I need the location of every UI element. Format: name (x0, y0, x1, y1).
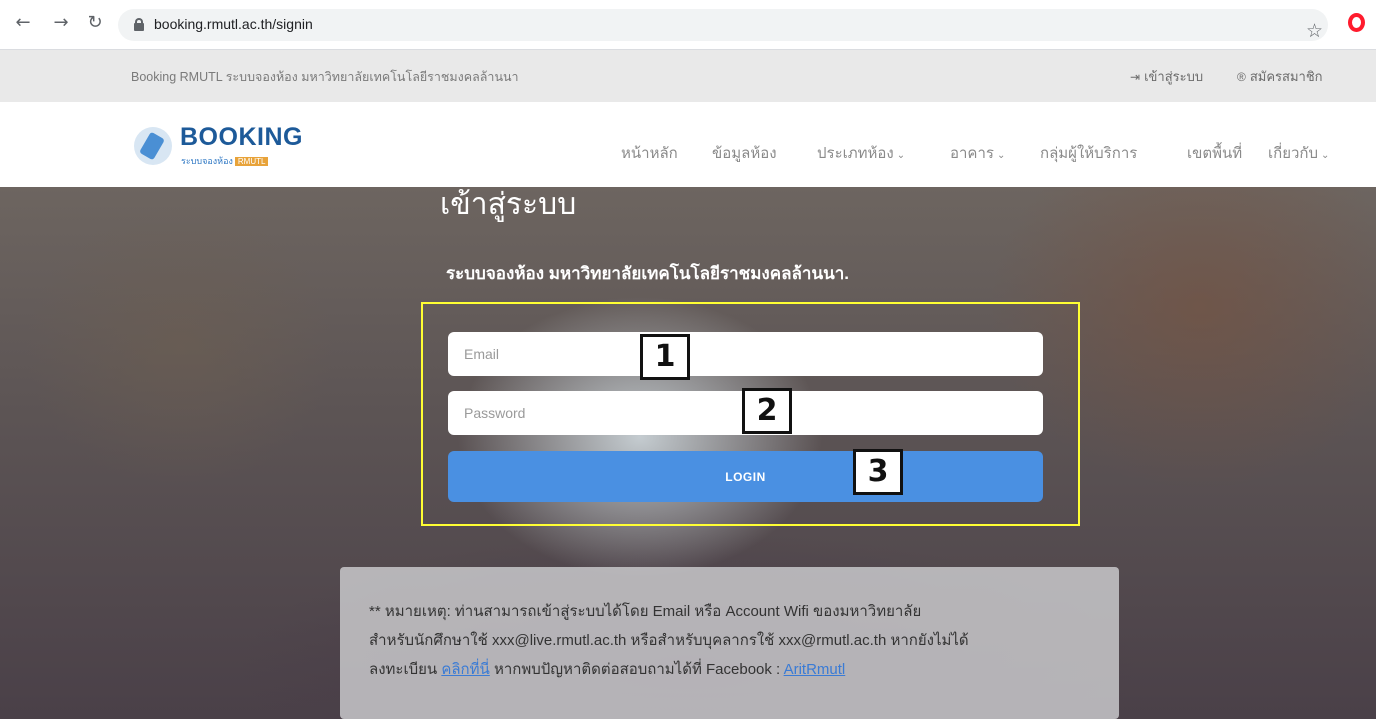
chevron-down-icon: ⌄ (996, 150, 1006, 161)
sign-in-icon: ⇥ (1130, 70, 1141, 84)
nav-about-label: เกี่ยวกับ (1268, 145, 1319, 162)
top-register-label: สมัครสมาชิก (1249, 69, 1323, 84)
register-link[interactable]: คลิกที่นี่ (441, 661, 489, 678)
url-text: booking.rmutl.ac.th/signin (154, 16, 313, 32)
email-field[interactable] (448, 332, 1043, 376)
nav-about[interactable]: เกี่ยวกับ ⌄ (1268, 141, 1329, 165)
nav-room-types-label: ประเภทห้อง (817, 145, 894, 162)
star-icon[interactable]: ☆ (1306, 20, 1323, 42)
site-tagline: Booking RMUTL ระบบจองห้อง มหาวิทยาลัยเทค… (131, 70, 519, 84)
page-title: เข้าสู่ระบบ (440, 188, 577, 221)
note-line-3-prefix: ลงทะเบียน (369, 661, 438, 678)
login-button[interactable]: LOGIN (448, 451, 1043, 502)
nav-home[interactable]: หน้าหลัก (621, 141, 678, 165)
opera-icon[interactable] (1348, 13, 1365, 32)
top-info-bar: Booking RMUTL ระบบจองห้อง มหาวิทยาลัยเทค… (0, 50, 1376, 102)
lock-icon (134, 18, 144, 31)
logo-badge: RMUTL (234, 157, 269, 166)
annotation-marker-1: 1 (640, 334, 690, 380)
hero-section: เข้าสู่ระบบ ระบบจองห้อง มหาวิทยาลัยเทคโน… (0, 187, 1376, 719)
nav-room-types[interactable]: ประเภทห้อง ⌄ (817, 141, 905, 165)
logo-sub-text: ระบบจองห้อง (181, 156, 233, 166)
nav-buildings-label: อาคาร (950, 145, 994, 162)
tag-icon (134, 127, 172, 165)
note-box: ** หมายเหตุ: ท่านสามารถเข้าสู่ระบบได้โดย… (340, 567, 1119, 719)
note-line-3-middle: หากพบปัญหาติดต่อสอบถามได้ที่ Facebook : (493, 661, 781, 678)
top-login-link[interactable]: ⇥ เข้าสู่ระบบ (1130, 66, 1203, 87)
logo-word: BOOKING (180, 123, 303, 151)
arrow-right-icon[interactable]: → (50, 12, 72, 34)
annotation-marker-3: 3 (853, 449, 903, 495)
facebook-link[interactable]: AritRmutl (784, 661, 846, 678)
chevron-down-icon: ⌄ (896, 150, 906, 161)
note-line-3: ลงทะเบียน คลิกที่นี่ หากพบปัญหาติดต่อสอบ… (369, 655, 1095, 684)
nav-providers[interactable]: กลุ่มผู้ให้บริการ (1040, 141, 1137, 165)
top-register-link[interactable]: ® สมัครสมาชิก (1237, 66, 1323, 87)
reload-icon[interactable]: ↻ (84, 12, 106, 34)
logo-subtitle: ระบบจองห้อง RMUTL (181, 154, 269, 168)
address-bar[interactable]: booking.rmutl.ac.th/signin ☆ (118, 9, 1328, 42)
registered-icon: ® (1237, 70, 1246, 84)
annotation-marker-2: 2 (742, 388, 792, 434)
page-subtitle: ระบบจองห้อง มหาวิทยาลัยเทคโนโลยีราชมงคลล… (446, 264, 849, 283)
top-login-label: เข้าสู่ระบบ (1144, 69, 1204, 84)
nav-buildings[interactable]: อาคาร ⌄ (950, 141, 1005, 165)
note-line-1: ** หมายเหตุ: ท่านสามารถเข้าสู่ระบบได้โดย… (369, 603, 922, 620)
nav-rooms[interactable]: ข้อมูลห้อง (712, 141, 777, 165)
nav-areas[interactable]: เขตพื้นที่ (1187, 141, 1242, 165)
note-line-2: สำหรับนักศึกษาใช้ xxx@live.rmutl.ac.th ห… (369, 632, 969, 649)
main-navbar: BOOKING ระบบจองห้อง RMUTL หน้าหลัก ข้อมูล… (0, 102, 1376, 187)
browser-toolbar: ← → ↻ booking.rmutl.ac.th/signin ☆ (0, 0, 1376, 50)
site-logo[interactable]: BOOKING ระบบจองห้อง RMUTL (134, 123, 314, 169)
chevron-down-icon: ⌄ (1321, 150, 1330, 161)
arrow-left-icon[interactable]: ← (12, 12, 34, 34)
